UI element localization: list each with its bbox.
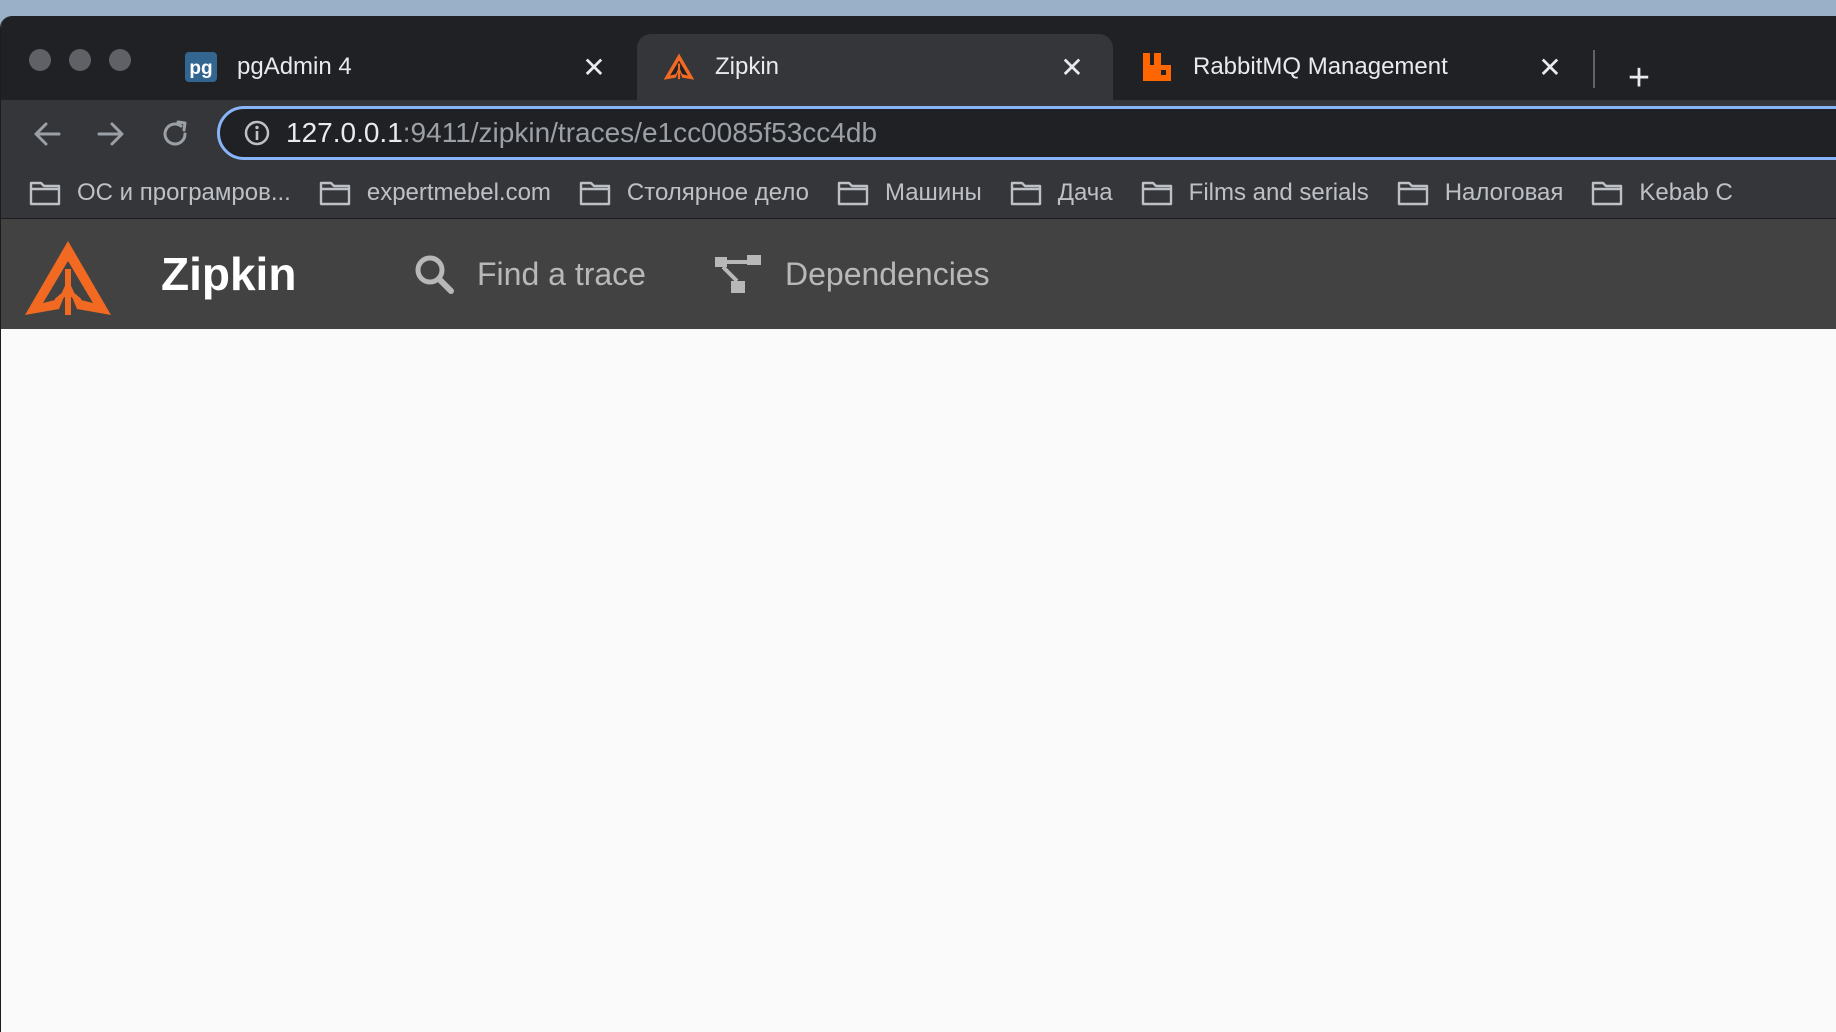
bookmark-folder[interactable]: expertmebel.com bbox=[319, 179, 551, 207]
folder-icon bbox=[319, 180, 351, 206]
page-content bbox=[1, 329, 1836, 1032]
folder-icon bbox=[1591, 180, 1623, 206]
zipkin-header: Zipkin Find a trace Dependencies bbox=[1, 219, 1836, 329]
bookmark-label: Films and serials bbox=[1188, 179, 1369, 206]
bookmark-folder[interactable]: Kebab C bbox=[1591, 179, 1733, 207]
folder-icon bbox=[1397, 180, 1429, 206]
tab-separator bbox=[1593, 50, 1595, 88]
bookmark-label: Налоговая bbox=[1444, 179, 1564, 206]
reload-icon bbox=[163, 120, 187, 146]
close-icon[interactable]: ✕ bbox=[579, 52, 609, 83]
tab-rabbitmq[interactable]: RabbitMQ Management ✕ bbox=[1115, 34, 1591, 100]
minimize-window-button[interactable] bbox=[69, 49, 91, 71]
nav-dependencies-label: Dependencies bbox=[785, 255, 990, 292]
address-path: :9411/zipkin/traces/e1cc0085f53cc4db bbox=[402, 117, 878, 148]
back-button[interactable] bbox=[27, 114, 67, 154]
bookmark-label: expertmebel.com bbox=[366, 179, 551, 206]
browser-window: pg pgAdmin 4 ✕ Zipkin ✕ RabbitMQ Managem… bbox=[0, 16, 1836, 1032]
bookmark-folder[interactable]: Столярное дело bbox=[579, 179, 809, 207]
zipkin-logo-icon bbox=[25, 241, 111, 315]
bookmark-label: Kebab C bbox=[1639, 179, 1733, 206]
folder-icon bbox=[579, 180, 611, 206]
tab-pgadmin[interactable]: pg pgAdmin 4 ✕ bbox=[159, 34, 635, 100]
nav-dependencies[interactable]: Dependencies bbox=[713, 253, 990, 295]
bookmark-folder[interactable]: Налоговая bbox=[1397, 179, 1564, 207]
nav-find-trace-label: Find a trace bbox=[477, 255, 646, 292]
reload-button[interactable] bbox=[155, 114, 195, 154]
forward-button[interactable] bbox=[91, 114, 131, 154]
bookmark-folder[interactable]: Films and serials bbox=[1141, 179, 1369, 207]
sitemap-icon bbox=[713, 253, 763, 295]
tab-title: Zipkin bbox=[715, 53, 780, 80]
arrow-right-icon bbox=[97, 122, 124, 146]
svg-text:pg: pg bbox=[189, 58, 212, 79]
bookmark-label: Дача bbox=[1057, 179, 1113, 206]
bookmarks-bar: ОС и програмров... expertmebel.com Столя… bbox=[1, 168, 1836, 219]
bookmark-label: Столярное дело bbox=[626, 179, 809, 206]
tab-strip: pg pgAdmin 4 ✕ Zipkin ✕ RabbitMQ Managem… bbox=[1, 16, 1836, 100]
zoom-window-button[interactable] bbox=[109, 49, 131, 71]
info-icon[interactable] bbox=[242, 118, 272, 148]
bookmark-folder[interactable]: Машины bbox=[837, 179, 982, 207]
zipkin-icon bbox=[663, 51, 695, 83]
folder-icon bbox=[1141, 180, 1173, 206]
bookmark-folder[interactable]: Дача bbox=[1010, 179, 1113, 207]
close-icon[interactable]: ✕ bbox=[1535, 52, 1565, 83]
folder-icon bbox=[837, 180, 869, 206]
new-tab-button[interactable]: + bbox=[1621, 59, 1657, 97]
app-title[interactable]: Zipkin bbox=[161, 247, 296, 301]
browser-toolbar: 127.0.0.1:9411/zipkin/traces/e1cc0085f53… bbox=[1, 100, 1836, 168]
zipkin-logo[interactable] bbox=[23, 239, 113, 319]
folder-icon bbox=[29, 180, 61, 206]
bookmark-label: ОС и програмров... bbox=[77, 179, 291, 206]
tab-zipkin[interactable]: Zipkin ✕ bbox=[637, 34, 1113, 100]
arrow-left-icon bbox=[34, 122, 61, 146]
address-url[interactable]: 127.0.0.1:9411/zipkin/traces/e1cc0085f53… bbox=[286, 117, 877, 149]
address-host: 127.0.0.1 bbox=[286, 117, 403, 148]
tab-title: pgAdmin 4 bbox=[237, 53, 352, 80]
bookmark-label: Машины bbox=[884, 179, 982, 206]
search-icon bbox=[413, 253, 455, 295]
close-icon[interactable]: ✕ bbox=[1057, 52, 1087, 83]
tab-title: RabbitMQ Management bbox=[1193, 53, 1448, 80]
nav-find-trace[interactable]: Find a trace bbox=[413, 253, 646, 295]
pgadmin-icon: pg bbox=[185, 51, 217, 83]
folder-icon bbox=[1010, 180, 1042, 206]
close-window-button[interactable] bbox=[29, 49, 51, 71]
bookmark-folder[interactable]: ОС и програмров... bbox=[29, 179, 291, 207]
rabbitmq-icon bbox=[1141, 51, 1173, 83]
address-bar[interactable]: 127.0.0.1:9411/zipkin/traces/e1cc0085f53… bbox=[217, 106, 1836, 160]
